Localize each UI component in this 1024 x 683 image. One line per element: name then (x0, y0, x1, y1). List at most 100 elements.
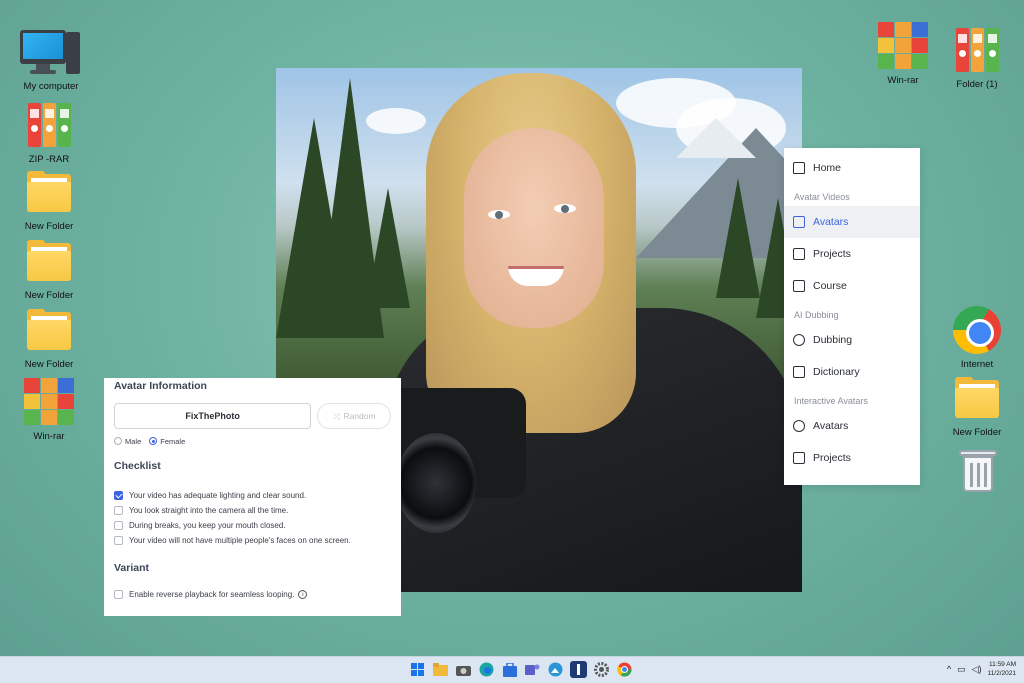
gender-female-option[interactable]: Female (149, 437, 185, 446)
nav-label: Projects (813, 452, 851, 464)
system-tray: ^ ▭ ◁) 11:59 AM 11/2/2021 (947, 660, 1016, 678)
radio-male[interactable] (114, 437, 122, 445)
checklist-item[interactable]: During breaks, you keep your mouth close… (114, 518, 391, 533)
checklist-item[interactable]: You look straight into the camera all th… (114, 503, 391, 518)
new-folder-shortcut[interactable]: New Folder (942, 374, 1012, 438)
reverse-playback-option[interactable]: Enable reverse playback for seamless loo… (114, 590, 391, 599)
folder-icon (23, 306, 75, 356)
home-icon (793, 162, 805, 174)
zip-rar-shortcut[interactable]: ZIP -RAR (14, 101, 84, 165)
chrome-icon (951, 306, 1003, 356)
winrar-icon (877, 22, 929, 72)
radio-female[interactable] (149, 437, 158, 445)
nav-label: Avatars (813, 420, 849, 432)
app-sidebar: Home Avatar Videos Avatars Projects Cour… (784, 148, 920, 485)
nav-dubbing[interactable]: Dubbing (784, 324, 920, 356)
winrar-shortcut[interactable]: Win-rar (14, 378, 84, 442)
network-icon[interactable]: ▭ (957, 664, 966, 675)
recycle-bin-shortcut[interactable] (942, 448, 1012, 498)
nav-label: Dictionary (813, 366, 860, 378)
new-folder-shortcut[interactable]: New Folder (14, 306, 84, 370)
nav-label: Course (813, 280, 847, 292)
panel-title: Avatar Information (114, 380, 207, 392)
new-folder-shortcut[interactable]: New Folder (14, 237, 84, 301)
teams-icon[interactable] (524, 661, 541, 678)
my-computer-shortcut[interactable]: My computer (16, 28, 86, 92)
avatar-name-input[interactable]: FixThePhoto (114, 403, 312, 429)
desktop: My computer ZIP -RAR New Folder New Fold… (0, 0, 1024, 656)
icon-label: My computer (23, 81, 79, 92)
icon-label: Win-rar (887, 75, 919, 86)
nav-interactive-projects[interactable]: Projects (784, 442, 920, 474)
binders-icon (951, 26, 1003, 76)
variant-title: Variant (114, 562, 150, 574)
checkbox[interactable] (114, 536, 123, 545)
dubbing-icon (793, 334, 805, 346)
nav-course[interactable]: Course (784, 270, 920, 302)
binders-icon (23, 101, 75, 151)
nav-home[interactable]: Home (784, 152, 920, 184)
nav-avatar-videos-avatars[interactable]: Avatars (784, 206, 920, 238)
random-button[interactable]: ⤨ Random (317, 403, 391, 429)
dictionary-icon (793, 366, 805, 378)
nav-avatar-videos-projects[interactable]: Projects (784, 238, 920, 270)
nav-label: Projects (813, 248, 851, 260)
clock-time: 11:59 AM (989, 661, 1016, 668)
checklist: Your video has adequate lighting and cle… (114, 488, 391, 548)
section-header: Interactive Avatars (794, 396, 868, 406)
app-icon[interactable] (570, 661, 587, 678)
icon-label: New Folder (952, 427, 1002, 438)
shuffle-icon: ⤨ (332, 410, 340, 421)
checkbox[interactable] (114, 491, 123, 500)
play-icon (793, 248, 805, 260)
checkbox[interactable] (114, 590, 123, 599)
nav-label: Dubbing (813, 334, 853, 346)
checklist-item[interactable]: Your video will not have multiple people… (114, 533, 391, 548)
chevron-up-icon[interactable]: ^ (947, 664, 951, 674)
icon-label: Folder (1) (956, 79, 998, 90)
section-header: AI Dubbing (794, 310, 839, 320)
taskbar: ^ ▭ ◁) 11:59 AM 11/2/2021 (0, 656, 1024, 683)
volume-icon[interactable]: ◁) (972, 664, 982, 675)
section-header: Avatar Videos (794, 192, 850, 202)
folder-1-shortcut[interactable]: Folder (1) (942, 26, 1012, 90)
windows-start-icon[interactable] (409, 661, 426, 678)
nav-label: Home (813, 162, 842, 174)
new-folder-shortcut[interactable]: New Folder (14, 168, 84, 232)
computer-icon (20, 28, 82, 78)
internet-shortcut[interactable]: Internet (942, 306, 1012, 370)
checkbox[interactable] (114, 521, 123, 530)
nav-interactive-avatars[interactable]: Avatars (784, 410, 920, 442)
file-explorer-icon[interactable] (432, 661, 449, 678)
checklist-item[interactable]: Your video has adequate lighting and cle… (114, 488, 391, 503)
store-icon[interactable] (501, 661, 518, 678)
icon-label: New Folder (24, 359, 74, 370)
avatar-icon (793, 216, 805, 228)
icon-label: New Folder (24, 221, 74, 232)
clock[interactable]: 11:59 AM 11/2/2021 (988, 660, 1016, 678)
checklist-title: Checklist (114, 460, 161, 472)
icon-label: ZIP -RAR (28, 154, 70, 165)
folder-icon (951, 374, 1003, 424)
photos-icon[interactable] (547, 661, 564, 678)
nav-label: Avatars (813, 216, 849, 228)
nav-dictionary[interactable]: Dictionary (784, 356, 920, 388)
gender-male-option[interactable]: Male (114, 437, 141, 446)
avatar-icon (793, 420, 805, 432)
winrar-icon (23, 378, 75, 428)
chrome-icon[interactable] (616, 661, 633, 678)
folder-icon (23, 237, 75, 287)
info-icon[interactable]: i (298, 590, 308, 599)
edge-icon[interactable] (478, 661, 495, 678)
clock-date: 11/2/2021 (987, 670, 1016, 677)
winrar-shortcut[interactable]: Win-rar (868, 22, 938, 86)
gender-selector: Male Female (114, 437, 391, 446)
trash-icon (951, 448, 1003, 498)
folder-icon (23, 168, 75, 218)
icon-label: Internet (960, 359, 994, 370)
icon-label: Win-rar (33, 431, 65, 442)
random-label: Random (343, 411, 376, 421)
settings-icon[interactable] (593, 661, 610, 678)
checkbox[interactable] (114, 506, 123, 515)
camera-icon[interactable] (455, 661, 472, 678)
